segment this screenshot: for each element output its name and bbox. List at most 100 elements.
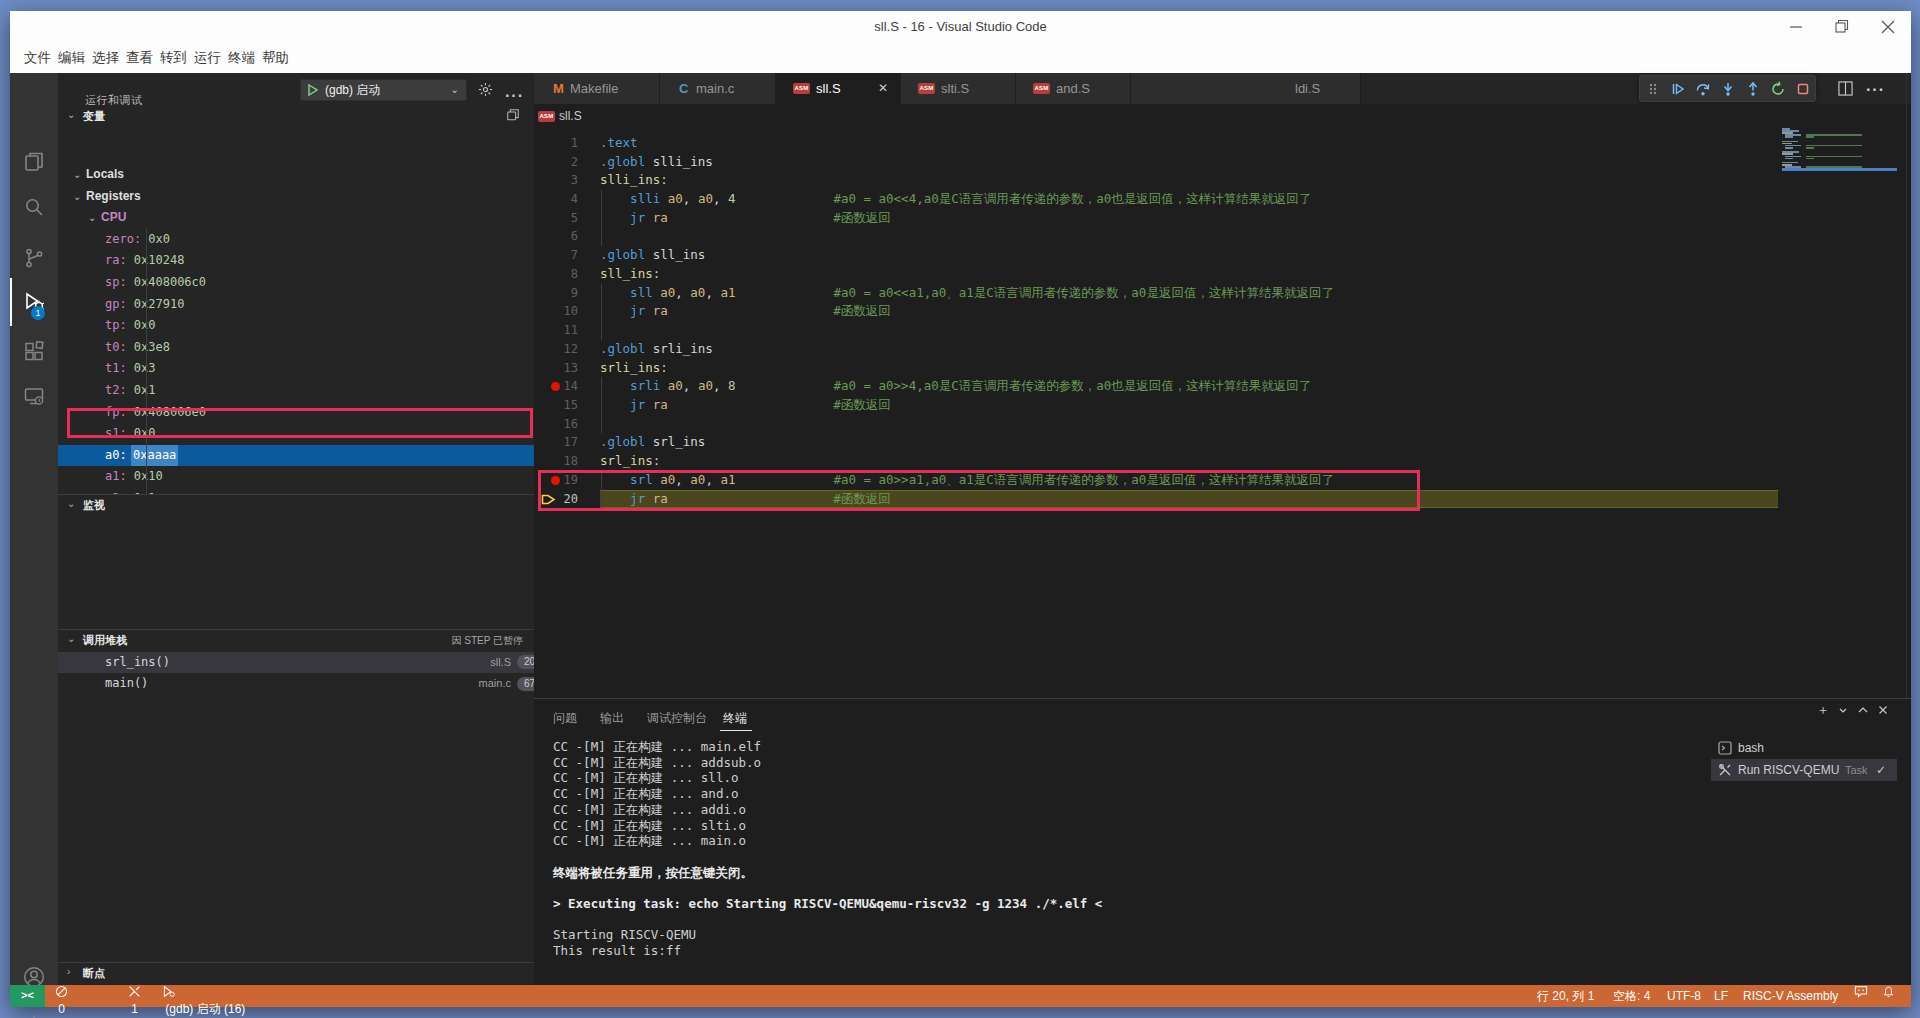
activity-bar-extensions-icon[interactable] bbox=[22, 340, 46, 364]
debug-stop-icon[interactable] bbox=[1795, 81, 1811, 97]
register-row-ra[interactable]: ra: 0x10248 bbox=[58, 250, 534, 272]
more-actions-icon[interactable]: ··· bbox=[505, 87, 524, 105]
status-line-col[interactable]: 行 20, 列 1 bbox=[1537, 985, 1594, 1007]
section-callstack[interactable]: ⌄调用堆栈 因 STEP 已暂停 bbox=[58, 630, 534, 651]
panel-tab-输出[interactable]: 输出 bbox=[600, 707, 624, 729]
status-eol[interactable]: LF bbox=[1714, 985, 1728, 1007]
register-row-a0[interactable]: a0: 0xaaaa bbox=[58, 445, 534, 467]
panel-tab-问题[interactable]: 问题 bbox=[553, 707, 577, 729]
tab-sll.S[interactable]: ASMsll.S✕ bbox=[776, 73, 901, 104]
debug-step-out-icon[interactable] bbox=[1745, 81, 1761, 97]
terminal-line[interactable]: CC -[M] 正在构建 ... slti.o bbox=[553, 818, 746, 834]
debug-restart-icon[interactable] bbox=[1770, 81, 1786, 97]
menu-item-3[interactable]: 查看 bbox=[126, 42, 153, 73]
tab-and.S[interactable]: ASMand.S bbox=[1016, 73, 1131, 104]
menu-item-4[interactable]: 转到 bbox=[160, 42, 187, 73]
status-debug-config[interactable]: (gdb) 启动 (16) bbox=[162, 985, 245, 1007]
feedback-icon[interactable] bbox=[1854, 985, 1868, 1007]
debug-step-over-icon[interactable] bbox=[1695, 81, 1711, 97]
callstack-frame-1[interactable]: main()main.c67:1 bbox=[58, 673, 534, 695]
register-row-zero[interactable]: zero: 0x0 bbox=[58, 229, 534, 251]
tab-main.c[interactable]: Cmain.c bbox=[660, 73, 776, 104]
activity-bar-remote-explorer-icon[interactable] bbox=[22, 384, 46, 408]
close-button[interactable] bbox=[1865, 11, 1911, 42]
section-watch[interactable]: ⌄监视 bbox=[58, 495, 534, 516]
start-debug-icon[interactable] bbox=[308, 84, 318, 96]
terminal-list-item-Run RISCV-QEMU[interactable]: Run RISCV-QEMUTask✓ bbox=[1711, 759, 1897, 781]
code-line-10[interactable]: 10 jr ra #函数返回 bbox=[534, 302, 1778, 321]
status-problems[interactable]: 0 0 bbox=[55, 985, 72, 1007]
activity-bar-source-control-icon[interactable] bbox=[22, 246, 46, 270]
code-line-17[interactable]: 17.globl srl_ins bbox=[534, 433, 1778, 452]
activity-bar-search-icon[interactable] bbox=[22, 195, 46, 219]
code-line-14[interactable]: 14 srli a0, a0, 8 #a0 = a0>>4,a0是C语言调用者传… bbox=[534, 377, 1778, 396]
remote-indicator[interactable]: >< bbox=[10, 985, 45, 1007]
code-line-5[interactable]: 5 jr ra #函数返回 bbox=[534, 209, 1778, 228]
debug-continue-icon[interactable] bbox=[1670, 81, 1686, 97]
code-line-6[interactable]: 6 bbox=[534, 227, 1778, 246]
status-encoding[interactable]: UTF-8 bbox=[1667, 985, 1701, 1007]
panel-tab-终端[interactable]: 终端 bbox=[723, 707, 747, 729]
menu-item-6[interactable]: 终端 bbox=[228, 42, 255, 73]
section-breakpoints[interactable]: ›断点 bbox=[58, 963, 534, 984]
minimap-slider[interactable] bbox=[1782, 168, 1897, 171]
launch-config-dropdown[interactable]: (gdb) 启动 ⌄ bbox=[300, 79, 467, 101]
restore-button[interactable] bbox=[1819, 11, 1865, 42]
code-editor[interactable]: 1.text2.globl slli_ins3slli_ins:4 slli a… bbox=[534, 134, 1778, 514]
terminal-line[interactable]: CC -[M] 正在构建 ... sll.o bbox=[553, 770, 738, 786]
close-tab-icon[interactable]: ✕ bbox=[878, 73, 888, 104]
code-line-8[interactable]: 8sll_ins: bbox=[534, 265, 1778, 284]
activity-bar-explorer-icon[interactable] bbox=[22, 150, 46, 174]
code-line-3[interactable]: 3slli_ins: bbox=[534, 171, 1778, 190]
code-line-13[interactable]: 13srli_ins: bbox=[534, 359, 1778, 378]
register-row-sp[interactable]: sp: 0x408006c0 bbox=[58, 272, 534, 294]
terminal-dropdown-icon[interactable] bbox=[1834, 701, 1852, 719]
code-line-7[interactable]: 7.globl sll_ins bbox=[534, 246, 1778, 265]
menu-item-2[interactable]: 选择 bbox=[92, 42, 119, 73]
minimap[interactable] bbox=[1782, 128, 1897, 178]
new-terminal-icon[interactable]: ＋ bbox=[1814, 701, 1832, 719]
code-line-11[interactable]: 11 bbox=[534, 321, 1778, 340]
terminal-line[interactable]: CC -[M] 正在构建 ... main.o bbox=[553, 833, 746, 849]
status-language[interactable]: RISC-V Assembly bbox=[1743, 985, 1838, 1007]
register-row-gp[interactable]: gp: 0x27910 bbox=[58, 294, 534, 316]
terminal-line[interactable]: CC -[M] 正在构建 ... addi.o bbox=[553, 802, 746, 818]
register-row-t2[interactable]: t2: 0x1 bbox=[58, 380, 534, 402]
debug-step-into-icon[interactable] bbox=[1720, 81, 1736, 97]
register-row-t0[interactable]: t0: 0x3e8 bbox=[58, 337, 534, 359]
status-tasks[interactable]: 1 bbox=[128, 985, 141, 1007]
code-line-18[interactable]: 18srl_ins: bbox=[534, 452, 1778, 471]
terminal-list-item-bash[interactable]: bash bbox=[1711, 737, 1897, 759]
terminal-line[interactable]: Starting RISCV-QEMU bbox=[553, 927, 696, 943]
terminal-line[interactable]: > Executing task: echo Starting RISCV-QE… bbox=[553, 896, 1102, 912]
terminal-line[interactable]: CC -[M] 正在构建 ... main.elf bbox=[553, 739, 761, 755]
maximize-panel-icon[interactable] bbox=[1854, 701, 1872, 719]
terminal-line[interactable]: 终端将被任务重用，按任意键关闭。 bbox=[553, 865, 753, 881]
gear-icon[interactable] bbox=[478, 82, 493, 97]
code-line-1[interactable]: 1.text bbox=[534, 134, 1778, 153]
notifications-bell-icon[interactable] bbox=[1882, 985, 1895, 1007]
code-line-12[interactable]: 12.globl srli_ins bbox=[534, 340, 1778, 359]
tab-ldi.S[interactable]: ldi.S bbox=[1131, 73, 1361, 104]
close-panel-icon[interactable] bbox=[1874, 701, 1892, 719]
minimize-button[interactable] bbox=[1773, 11, 1819, 42]
menu-item-5[interactable]: 运行 bbox=[194, 42, 221, 73]
menu-item-0[interactable]: 文件 bbox=[24, 42, 51, 73]
panel-tab-调试控制台[interactable]: 调试控制台 bbox=[647, 707, 707, 729]
register-row-a1[interactable]: a1: 0x10 bbox=[58, 466, 534, 488]
callstack-frame-0[interactable]: srl_ins()sll.S20:1 bbox=[58, 652, 534, 674]
tab-Makefile[interactable]: MMakefile bbox=[534, 73, 660, 104]
tab-slti.S[interactable]: ASMslti.S bbox=[901, 73, 1016, 104]
menu-item-1[interactable]: 编辑 bbox=[58, 42, 85, 73]
breadcrumb[interactable]: ASM sll.S bbox=[534, 104, 1911, 130]
register-row-tp[interactable]: tp: 0x0 bbox=[58, 315, 534, 337]
terminal-line[interactable]: CC -[M] 正在构建 ... and.o bbox=[553, 786, 738, 802]
status-spaces[interactable]: 空格: 4 bbox=[1613, 985, 1650, 1007]
code-line-16[interactable]: 16 bbox=[534, 415, 1778, 434]
code-line-2[interactable]: 2.globl slli_ins bbox=[534, 153, 1778, 172]
activity-bar-settings-icon[interactable] bbox=[22, 1013, 46, 1018]
terminal-line[interactable]: This result is:ff bbox=[553, 943, 681, 959]
code-line-15[interactable]: 15 jr ra #函数返回 bbox=[534, 396, 1778, 415]
register-row-t1[interactable]: t1: 0x3 bbox=[58, 358, 534, 380]
tree-row[interactable]: ⌄Locals bbox=[58, 164, 534, 186]
